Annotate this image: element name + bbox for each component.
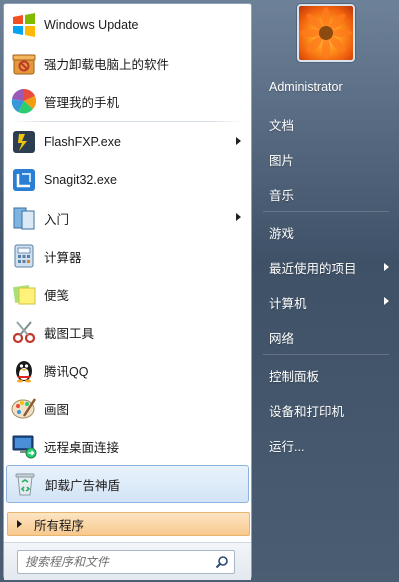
program-label: 强力卸载电脑上的软件 xyxy=(44,57,170,72)
submenu-arrow-icon xyxy=(236,137,241,145)
program-label: 远程桌面连接 xyxy=(44,440,120,455)
pinned-divider xyxy=(10,121,245,122)
program-label: Snagit32.exe xyxy=(44,173,117,187)
user-avatar[interactable] xyxy=(297,4,355,62)
programs-panel: Windows Update 强力卸载电脑上的软件 管理我的手机 FlashFX… xyxy=(3,3,252,580)
program-item-paint[interactable]: 画图 xyxy=(4,389,251,427)
all-programs-label: 所有程序 xyxy=(34,518,85,533)
documents-link[interactable]: 文档 xyxy=(269,115,294,134)
flashfxp-icon xyxy=(8,126,40,158)
program-label: 卸载广告神盾 xyxy=(45,478,121,493)
program-item-uninstaller[interactable]: 强力卸载电脑上的软件 xyxy=(4,44,251,82)
games-link[interactable]: 游戏 xyxy=(269,223,294,242)
program-label: 截图工具 xyxy=(44,326,95,341)
uninstall-box-icon xyxy=(8,47,40,79)
program-item-qq[interactable]: 腾讯QQ xyxy=(4,351,251,389)
expand-arrow-icon xyxy=(17,520,22,528)
recent-items-link[interactable]: 最近使用的项目 xyxy=(269,258,357,277)
start-menu: Windows Update 强力卸载电脑上的软件 管理我的手机 FlashFX… xyxy=(0,0,399,582)
search-icon[interactable] xyxy=(215,555,229,574)
qq-penguin-icon xyxy=(8,354,40,386)
program-item-flashfxp[interactable]: FlashFXP.exe xyxy=(4,123,251,161)
computer-arrow-icon xyxy=(384,297,389,305)
user-name-link[interactable]: Administrator xyxy=(269,80,343,94)
program-label: 计算器 xyxy=(44,250,82,265)
program-label: 管理我的手机 xyxy=(44,95,120,110)
remote-desktop-icon xyxy=(8,430,40,462)
program-label: FlashFXP.exe xyxy=(44,135,121,149)
all-programs-button[interactable]: 所有程序 xyxy=(7,512,250,536)
places-divider xyxy=(263,211,389,212)
program-list: Windows Update 强力卸载电脑上的软件 管理我的手机 FlashFX… xyxy=(4,6,251,503)
recent-items-arrow-icon xyxy=(384,263,389,271)
program-item-remote-desktop[interactable]: 远程桌面连接 xyxy=(4,427,251,465)
calculator-icon xyxy=(8,240,40,272)
music-link[interactable]: 音乐 xyxy=(269,185,294,204)
windows-update-icon xyxy=(8,9,40,41)
sticky-notes-icon xyxy=(8,278,40,310)
program-item-calculator[interactable]: 计算器 xyxy=(4,237,251,275)
program-item-windows-update[interactable]: Windows Update xyxy=(4,6,251,44)
computer-link[interactable]: 计算机 xyxy=(269,293,307,312)
system-divider xyxy=(263,354,389,355)
places-panel: Administrator 文档 图片 音乐 游戏 最近使用的项目 计算机 网络… xyxy=(253,0,399,582)
program-item-snipping-tool[interactable]: 截图工具 xyxy=(4,313,251,351)
program-item-snagit[interactable]: Snagit32.exe xyxy=(4,161,251,199)
network-link[interactable]: 网络 xyxy=(269,328,294,347)
submenu-arrow-icon xyxy=(236,213,241,221)
phone-manager-icon xyxy=(8,85,40,117)
program-item-phone-manager[interactable]: 管理我的手机 xyxy=(4,82,251,120)
control-panel-link[interactable]: 控制面板 xyxy=(269,366,319,385)
program-item-ad-shield-uninstall[interactable]: 卸载广告神盾 xyxy=(6,465,249,503)
snipping-tool-icon xyxy=(8,316,40,348)
program-label: 入门 xyxy=(44,212,70,227)
search-input[interactable] xyxy=(18,555,208,569)
recycle-bin-icon xyxy=(9,468,41,500)
program-label: Windows Update xyxy=(44,18,139,32)
search-box[interactable] xyxy=(17,550,235,574)
devices-printers-link[interactable]: 设备和打印机 xyxy=(269,401,344,420)
snagit-icon xyxy=(8,164,40,196)
program-label: 画图 xyxy=(44,402,70,417)
program-label: 腾讯QQ xyxy=(44,364,89,379)
program-item-getting-started[interactable]: 入门 xyxy=(4,199,251,237)
getting-started-icon xyxy=(8,202,40,234)
pictures-link[interactable]: 图片 xyxy=(269,150,294,169)
run-link[interactable]: 运行... xyxy=(269,436,304,455)
program-item-sticky-notes[interactable]: 便笺 xyxy=(4,275,251,313)
program-label: 便笺 xyxy=(44,288,70,303)
flower-icon xyxy=(300,7,352,59)
paint-icon xyxy=(8,392,40,424)
